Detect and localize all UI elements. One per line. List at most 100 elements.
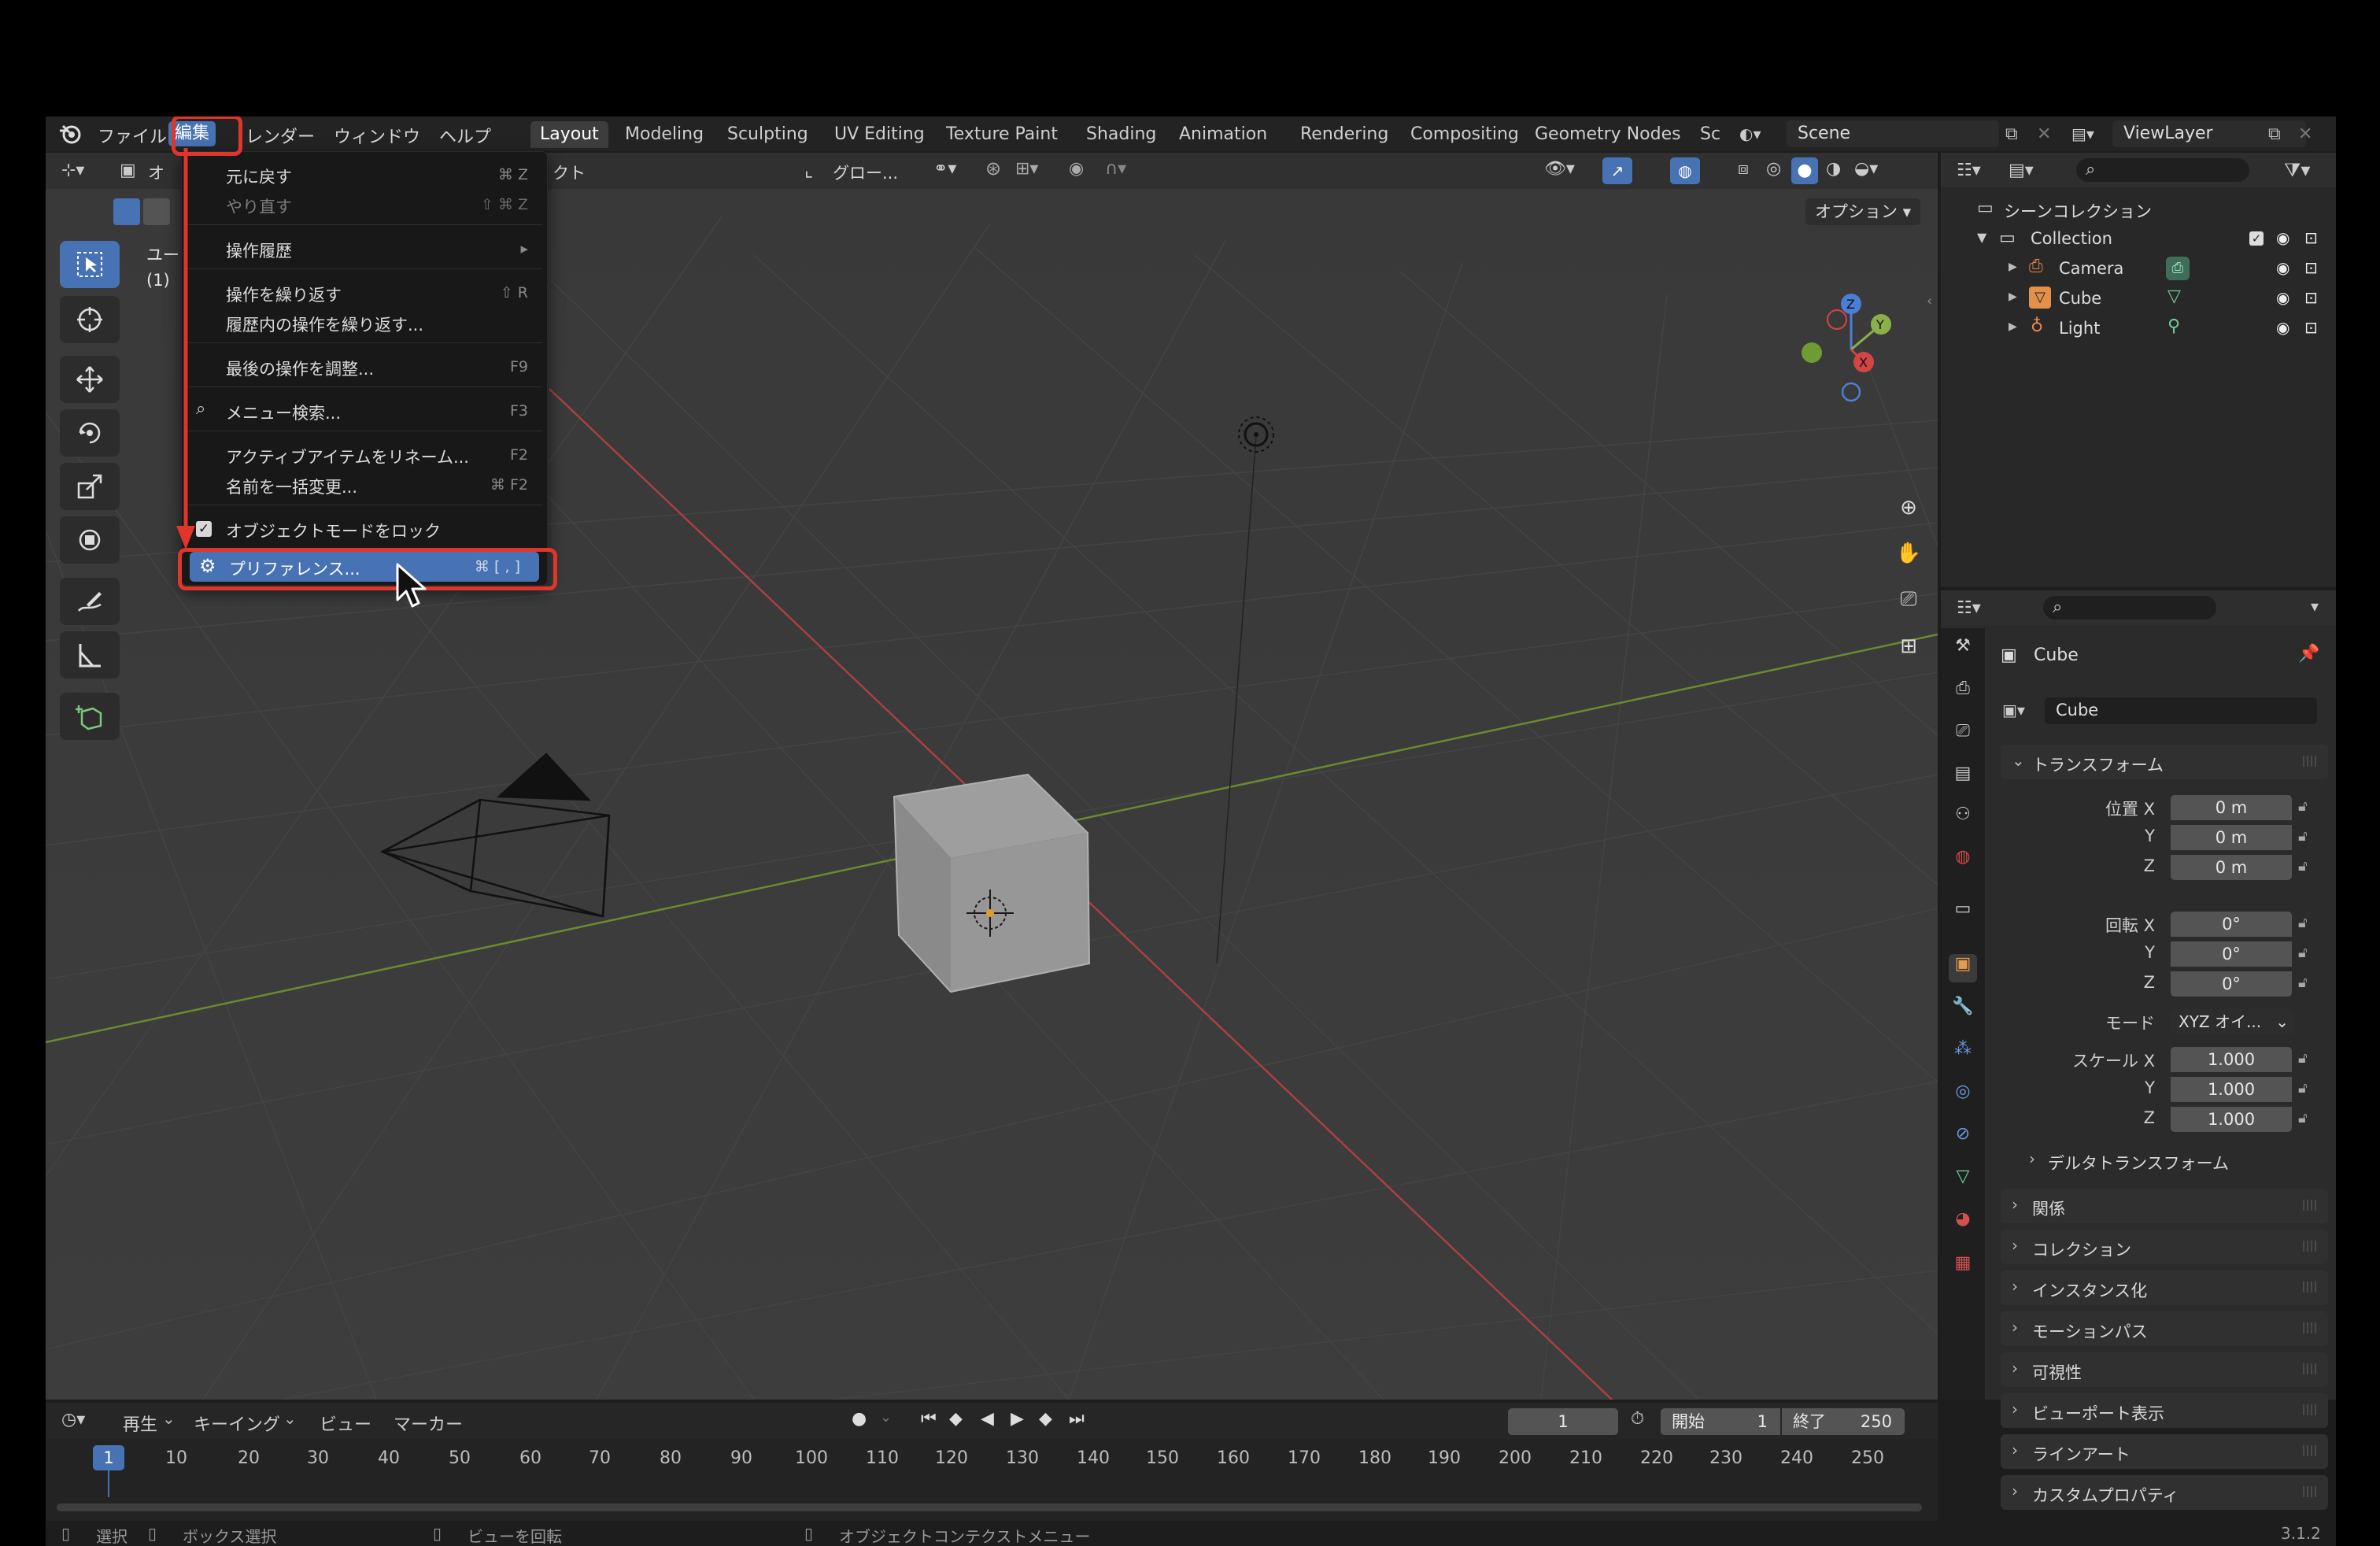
ortho-grid-icon[interactable]: ⊞	[1890, 628, 1927, 664]
location-y-field[interactable]: 0 m	[2171, 825, 2292, 850]
menu-item-menu-search[interactable]: ⌕ メニュー検索... F3	[182, 396, 547, 426]
lock-icon[interactable]: 🔓︎	[2298, 945, 2308, 961]
tab-rendering[interactable]: Rendering	[1291, 121, 1398, 148]
drag-handle-icon[interactable]	[2303, 1200, 2319, 1211]
constraints-tab-icon[interactable]: ⊘	[1949, 1124, 1977, 1152]
location-z-field[interactable]: 0 m	[2171, 855, 2292, 880]
material-tab-icon[interactable]: ◕	[1949, 1209, 1977, 1237]
eye-icon[interactable]: ◉	[2276, 288, 2289, 307]
tool-transform[interactable]	[60, 516, 120, 564]
panel-line-art[interactable]: › ラインアート	[2001, 1434, 2328, 1469]
render-camera-icon[interactable]: ⊡	[2304, 288, 2318, 307]
delta-transform-subpanel[interactable]: › デルタトランスフォーム	[2021, 1145, 2320, 1176]
render-camera-icon[interactable]: ⊡	[2304, 318, 2318, 337]
properties-options-icon[interactable]: ▾	[2311, 597, 2319, 616]
drag-handle-icon[interactable]	[2303, 1282, 2319, 1293]
scale-z-field[interactable]: 1.000	[2171, 1107, 2292, 1132]
menu-item-repeat-history[interactable]: 履歴内の操作を繰り返す...	[182, 308, 547, 338]
next-keyframe-icon[interactable]: ◆	[1039, 1409, 1052, 1429]
outliner-search-input[interactable]: ⌕	[2076, 158, 2249, 182]
drag-handle-icon[interactable]	[2303, 1486, 2319, 1497]
properties-search-input[interactable]: ⌕	[2043, 596, 2216, 620]
panel-instancing[interactable]: › インスタンス化	[2001, 1270, 2328, 1305]
rotation-mode-dropdown[interactable]: XYZ オイ... ⌄	[2171, 1009, 2295, 1034]
drag-handle-icon[interactable]	[2303, 1445, 2319, 1456]
shading-wireframe-icon[interactable]: ◎	[1766, 159, 1781, 179]
tool-select-box[interactable]	[60, 241, 120, 288]
menu-item-undo[interactable]: 元に戻す ⌘ Z	[182, 160, 547, 190]
eye-icon[interactable]: ◉	[2276, 318, 2289, 337]
output-tab-icon[interactable]: ⎚	[1949, 721, 1977, 749]
timeline-menu-playback[interactable]: 再生	[123, 1411, 157, 1436]
world-tab-icon[interactable]: ◍	[1949, 847, 1977, 875]
drag-handle-icon[interactable]	[2303, 1241, 2319, 1252]
drag-handle-icon[interactable]	[2303, 1363, 2319, 1374]
select-box-icon[interactable]	[113, 198, 140, 225]
object-tab-icon[interactable]: ▣	[1949, 954, 1977, 982]
tab-geometry-nodes[interactable]: Geometry Nodes	[1525, 121, 1691, 148]
panel-relations[interactable]: › 関係	[2001, 1189, 2328, 1223]
scene-selector-icon[interactable]: ◐▾	[1739, 124, 1771, 145]
menu-item-redo[interactable]: やり直す ⇧ ⌘ Z	[182, 190, 547, 220]
drag-handle-icon[interactable]	[2303, 1404, 2319, 1415]
sidebar-toggle-icon[interactable]: ‹	[1927, 293, 1932, 309]
object-browse-icon[interactable]: ▣▾	[2002, 701, 2025, 719]
close-scene-icon[interactable]: ✕	[2037, 124, 2051, 144]
drag-handle-icon[interactable]	[2303, 756, 2319, 767]
render-tab-icon[interactable]: ⎙	[1949, 679, 1977, 707]
tab-layout[interactable]: Layout	[530, 121, 608, 148]
tool-measure[interactable]	[60, 631, 120, 679]
tab-animation[interactable]: Animation	[1170, 121, 1277, 148]
render-camera-icon[interactable]: ⊡	[2304, 228, 2318, 247]
object-mode-icon[interactable]: ▣	[120, 161, 136, 180]
menu-file[interactable]: ファイル	[98, 123, 167, 148]
tab-modeling[interactable]: Modeling	[615, 121, 713, 148]
auto-keying-menu-icon[interactable]: ⌄	[880, 1409, 892, 1426]
lock-icon[interactable]: 🔓︎	[2298, 1110, 2308, 1126]
jump-end-icon[interactable]: ⏭	[1069, 1409, 1085, 1429]
panel-collections[interactable]: › コレクション	[2001, 1230, 2328, 1264]
play-reverse-icon[interactable]: ◀	[981, 1409, 994, 1429]
lock-icon[interactable]: 🔓︎	[2298, 1050, 2308, 1067]
prev-keyframe-icon[interactable]: ◆	[949, 1409, 963, 1429]
editor-type-icon[interactable]: ⊹▾	[61, 161, 84, 180]
outliner-item-label[interactable]: Light	[2059, 319, 2100, 338]
visibility-icon[interactable]: 👁▾	[1544, 159, 1575, 179]
camera-data-icon[interactable]: ⎙	[2166, 257, 2190, 280]
menu-item-undo-history[interactable]: 操作履歴 ▸	[182, 234, 547, 264]
menu-render[interactable]: レンダー	[246, 123, 315, 148]
tool-move[interactable]	[60, 356, 120, 403]
select-mode-buttons[interactable]	[113, 198, 176, 225]
expand-arrow-icon[interactable]: ▼	[1977, 230, 1986, 245]
pivot-point-icon[interactable]: ⚭▾	[933, 159, 956, 179]
view-layer-icon[interactable]: ▤▾	[2071, 124, 2094, 143]
overlay-toggle-icon[interactable]: ◍	[1670, 157, 1700, 184]
xray-icon[interactable]: ⧈	[1738, 159, 1749, 179]
data-tab-icon[interactable]: ▽	[1949, 1167, 1977, 1195]
zoom-icon[interactable]: ⊕	[1890, 490, 1927, 526]
options-dropdown[interactable]: オプション ▾	[1805, 198, 1921, 225]
physics-tab-icon[interactable]: ◎	[1949, 1082, 1977, 1110]
lock-icon[interactable]: 🔓︎	[2298, 1080, 2308, 1097]
tool-tab-icon[interactable]: ⚒	[1949, 636, 1977, 664]
transform-orientation-icon[interactable]: ⌞	[804, 159, 813, 181]
shading-solid-icon[interactable]: ●	[1791, 157, 1818, 184]
stopwatch-icon[interactable]: ⏱	[1631, 1409, 1644, 1429]
menu-item-batch-rename[interactable]: 名前を一括変更... ⌘ F2	[182, 470, 547, 500]
proportional-edit-icon[interactable]: ◉	[1069, 159, 1084, 179]
shading-material-icon[interactable]: ◑	[1826, 159, 1841, 179]
viewport-header-text-2[interactable]: クト	[552, 161, 586, 184]
scene-tab-icon[interactable]: ⚇	[1949, 804, 1977, 833]
pin-icon[interactable]: 📌	[2298, 644, 2319, 664]
menu-item-repeat-last[interactable]: 操作を繰り返す ⇧ R	[182, 278, 547, 308]
drag-handle-icon[interactable]	[2303, 1322, 2319, 1333]
location-x-field[interactable]: 0 m	[2171, 795, 2292, 820]
tool-annotate[interactable]	[60, 578, 120, 625]
expand-arrow-icon[interactable]: ▶	[2009, 290, 2017, 303]
tab-scripting[interactable]: Sc	[1691, 121, 1730, 148]
transform-orientation-dropdown[interactable]: グロー...	[833, 161, 898, 184]
snap-target-icon[interactable]: ⊞▾	[1015, 159, 1038, 179]
tab-texture-paint[interactable]: Texture Paint	[937, 121, 1067, 148]
mesh-data-icon[interactable]: ▽	[2168, 287, 2181, 306]
play-icon[interactable]: ▶	[1011, 1409, 1024, 1429]
